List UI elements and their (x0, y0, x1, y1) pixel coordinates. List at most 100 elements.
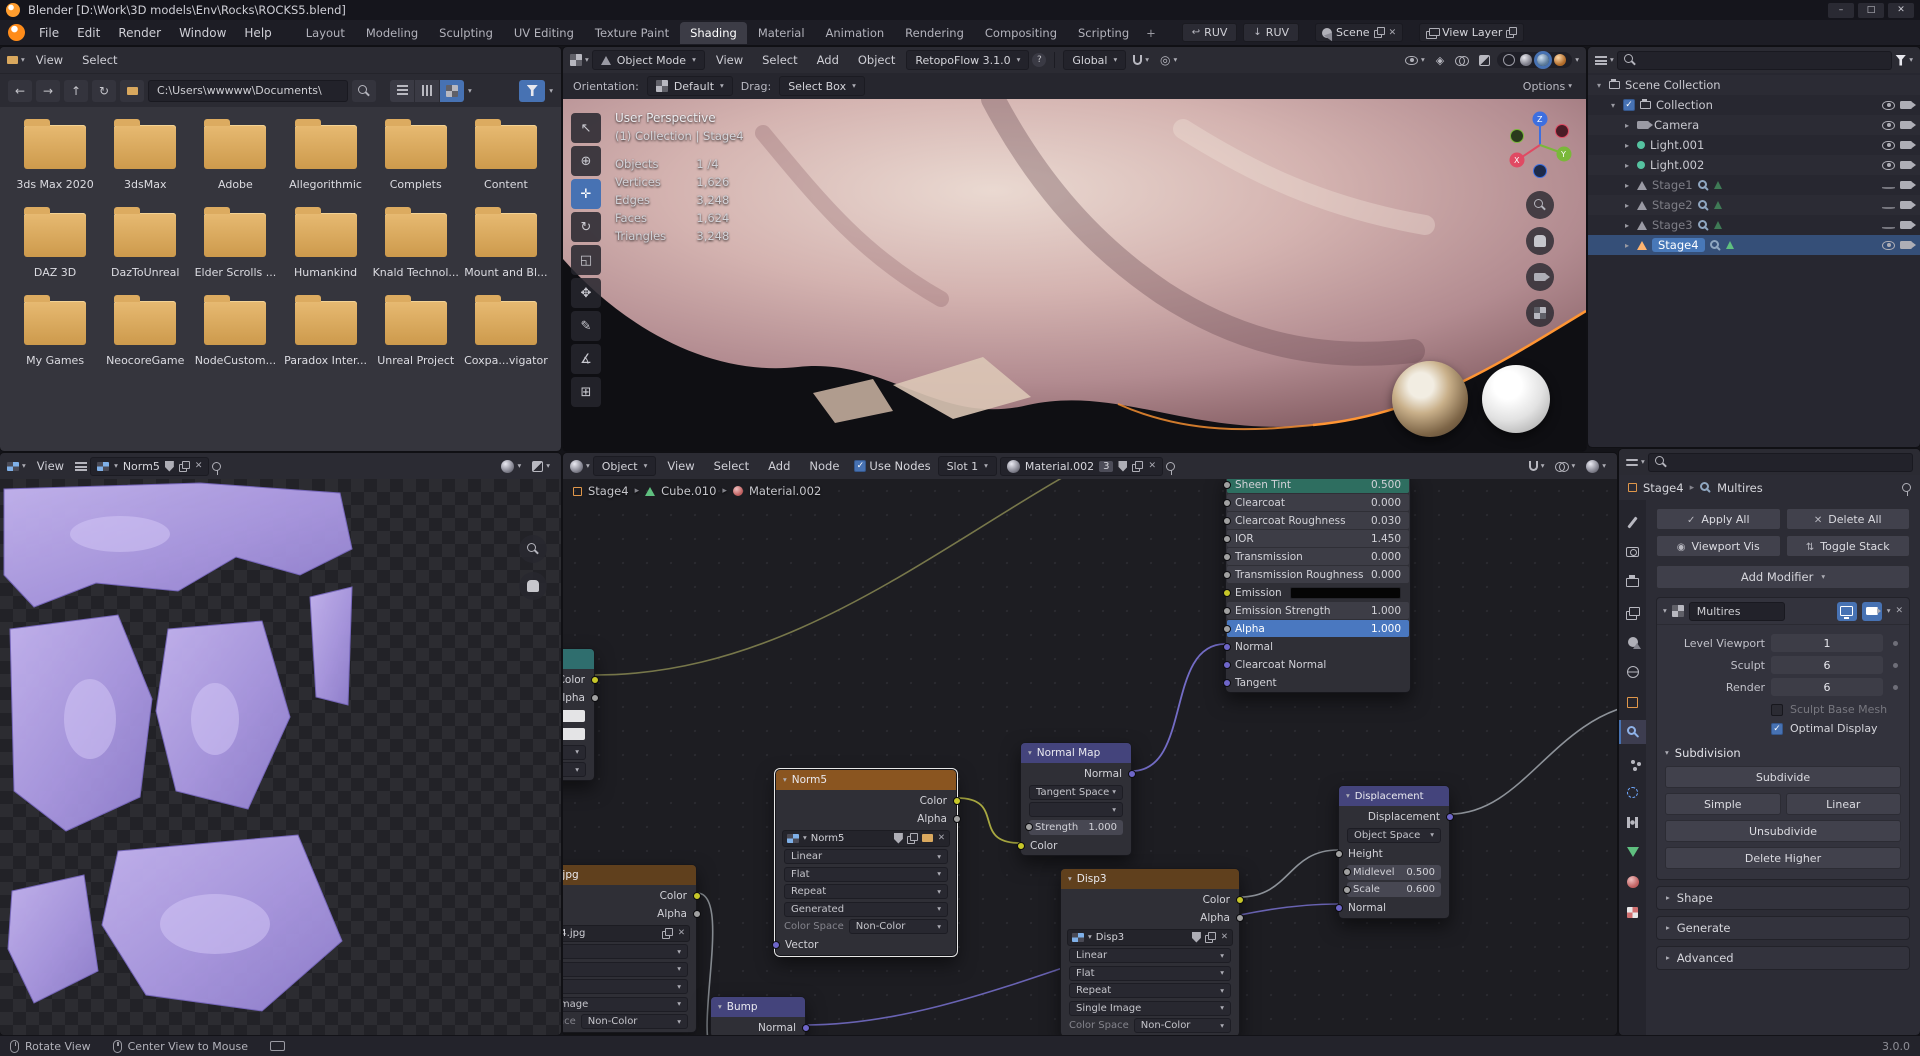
expand-caret-icon[interactable]: ▸ (1622, 161, 1632, 170)
displacement-output-socket[interactable]: Displacement (1339, 808, 1449, 825)
folder-item-allegorithmic[interactable]: Allegorithmic (280, 125, 370, 191)
vector-socket-icon[interactable] (1128, 770, 1136, 778)
properties-tab-constraints[interactable] (1619, 810, 1646, 834)
value-socket-icon[interactable] (693, 910, 701, 918)
breadcrumb-object[interactable]: Stage4 (1643, 481, 1684, 495)
number-field-level-viewport[interactable]: 1 (1771, 634, 1883, 652)
menu-window[interactable]: Window (171, 23, 234, 43)
image-datablock-selector[interactable]: ▾ Norm5 ✕ (90, 457, 209, 476)
overlays-dropdown[interactable]: ▾ (1551, 459, 1579, 473)
folder-item-daz-3d[interactable]: DAZ 3D (10, 213, 100, 279)
number-field-sculpt[interactable]: 6 (1771, 656, 1883, 674)
options-dropdown[interactable]: Options▾ (1519, 78, 1576, 95)
uv-map-select[interactable]: ▾ (1029, 802, 1123, 817)
unlink-material-icon[interactable]: ✕ (1148, 461, 1156, 471)
space-select[interactable]: Object Space▾ (1347, 828, 1441, 843)
folder-item-neocoregame[interactable]: NeocoreGame (100, 301, 190, 367)
copy-icon[interactable] (907, 833, 918, 844)
button-toggle-stack[interactable]: Toggle Stack (1786, 535, 1911, 557)
filter-caret-icon[interactable]: ▾ (1909, 56, 1913, 64)
viewport-canvas[interactable]: ↖⊕✛↻◱✥✎∡⊞ User Perspective (1) Collectio… (563, 99, 1586, 451)
copy-material-icon[interactable] (1132, 461, 1143, 472)
panel-generate[interactable]: ▸Generate (1656, 916, 1910, 940)
checkbox-row-sculpt-base-mesh[interactable]: Sculpt Base Mesh (1657, 700, 1909, 719)
image-menu-view[interactable]: View (29, 456, 72, 476)
panel-shape[interactable]: ▸Shape (1656, 886, 1910, 910)
breadcrumb-modifier[interactable]: Multires (1717, 481, 1763, 495)
number-field-render[interactable]: 6 (1771, 678, 1883, 696)
bsdf-row-ior[interactable]: IOR1.450 (1227, 530, 1409, 547)
delete-modifier-icon[interactable]: ✕ (1895, 606, 1903, 616)
outliner-editor-icon[interactable] (1595, 56, 1607, 65)
bsdf-row-normal[interactable]: Normal (1227, 638, 1409, 655)
visibility-dropdown[interactable]: ▾ (1401, 54, 1429, 67)
emission-color-swatch[interactable] (1290, 587, 1401, 599)
parent-directory-button[interactable]: ↑ (64, 80, 88, 102)
space-select[interactable]: Tangent Space▾ (1029, 785, 1123, 800)
properties-tab-output[interactable] (1619, 570, 1646, 594)
proportional-editing-toggle[interactable]: ◎▾ (1156, 51, 1181, 69)
tool-tweak-button[interactable]: ↖ (571, 113, 601, 143)
viewport-menu-object[interactable]: Object (850, 50, 903, 70)
select-flat[interactable]: Flat▾ (563, 962, 688, 977)
eye-icon[interactable] (1882, 101, 1895, 110)
color-swatch[interactable] (563, 728, 585, 740)
tool-scale-button[interactable]: ◱ (571, 245, 601, 275)
button-delete-all[interactable]: Delete All (1786, 508, 1911, 530)
dropdown[interactable]: ▾ (563, 745, 586, 760)
refresh-button[interactable]: ↻ (92, 80, 116, 102)
folder-item-unreal-project[interactable]: Unreal Project (371, 301, 461, 367)
disp3-node-header[interactable]: ▾Disp3 (1061, 869, 1239, 889)
strength-slider[interactable]: Strength1.000 (1029, 820, 1123, 835)
value-socket-icon[interactable] (1236, 914, 1244, 922)
select-linear[interactable]: Linear▾ (784, 849, 948, 864)
properties-tab-data[interactable] (1619, 840, 1646, 864)
display-list-horizontal-button[interactable] (415, 80, 439, 102)
vector-socket-icon[interactable] (802, 1024, 810, 1032)
normal-input-socket[interactable]: Normal (1339, 900, 1449, 917)
properties-tab-scene[interactable] (1619, 630, 1646, 654)
white-field-row[interactable] (563, 707, 594, 724)
folder-item-3dsmax[interactable]: 3dsMax (100, 125, 190, 191)
outliner-row-collection[interactable]: ▾✓Collection (1588, 95, 1920, 115)
workspace-tab-shading[interactable]: Shading (680, 22, 747, 44)
button-delete-higher[interactable]: Delete Higher (1665, 847, 1901, 869)
bsdf-row-emission-strength[interactable]: Emission Strength1.000 (1227, 602, 1409, 619)
outliner-row-stage4[interactable]: ▸Stage4 (1588, 235, 1920, 255)
eye-closed-icon[interactable] (1882, 227, 1895, 229)
unlink-icon[interactable]: ✕ (1221, 932, 1228, 942)
folder-item-paradox-inter[interactable]: Paradox Inter... (280, 301, 370, 367)
outliner-row-stage1[interactable]: ▸Stage1 (1588, 175, 1920, 195)
gray-socket-icon[interactable] (1223, 607, 1231, 615)
viewport-menu-add[interactable]: Add (809, 50, 847, 70)
color-output-socket[interactable]: Color (563, 671, 594, 688)
normal-map-node[interactable]: ▾Normal Map Normal Tangent Space▾ ▾ Stre… (1020, 742, 1132, 856)
breadcrumb-material[interactable]: Material.002 (749, 484, 821, 498)
properties-tab-object[interactable] (1619, 690, 1646, 714)
fake-user-icon[interactable] (1118, 461, 1127, 472)
display-list-vertical-button[interactable] (390, 80, 414, 102)
outliner-row-light-002[interactable]: ▸Light.002 (1588, 155, 1920, 175)
gray-socket-icon[interactable] (1223, 625, 1231, 633)
preview-dropdown[interactable]: ▾ (1582, 458, 1610, 475)
norm4-node-header[interactable]: ▾Norm4.jpg (563, 865, 696, 885)
display-channels-dropdown[interactable]: ▾ (497, 458, 525, 475)
workspace-tab-layout[interactable]: Layout (296, 22, 355, 44)
expand-caret-icon[interactable]: ▸ (1622, 241, 1632, 250)
unlink-image-icon[interactable]: ✕ (195, 461, 203, 471)
image-datablock-field[interactable]: ▾Norm5✕ (782, 830, 950, 847)
normal-output-socket[interactable]: Normal (711, 1019, 805, 1035)
scene-selector[interactable]: Scene ✕ (1315, 23, 1403, 42)
add-modifier-dropdown[interactable]: Add Modifier▾ (1656, 565, 1910, 589)
unlink-icon[interactable]: ✕ (678, 928, 685, 938)
transform-orientation-dropdown[interactable]: Global▾ (1063, 50, 1126, 70)
outliner-filter-icon[interactable] (1895, 55, 1906, 66)
tool-measure-button[interactable]: ∡ (571, 344, 601, 374)
file-browser-menu-view[interactable]: View (28, 50, 71, 70)
new-folder-button[interactable] (120, 80, 144, 102)
shader-menu-view[interactable]: View (659, 456, 702, 476)
button-linear[interactable]: Linear (1786, 793, 1902, 815)
outliner-row-stage2[interactable]: ▸Stage2 (1588, 195, 1920, 215)
outliner-row-light-001[interactable]: ▸Light.001 (1588, 135, 1920, 155)
properties-tab-tool[interactable] (1619, 510, 1646, 534)
